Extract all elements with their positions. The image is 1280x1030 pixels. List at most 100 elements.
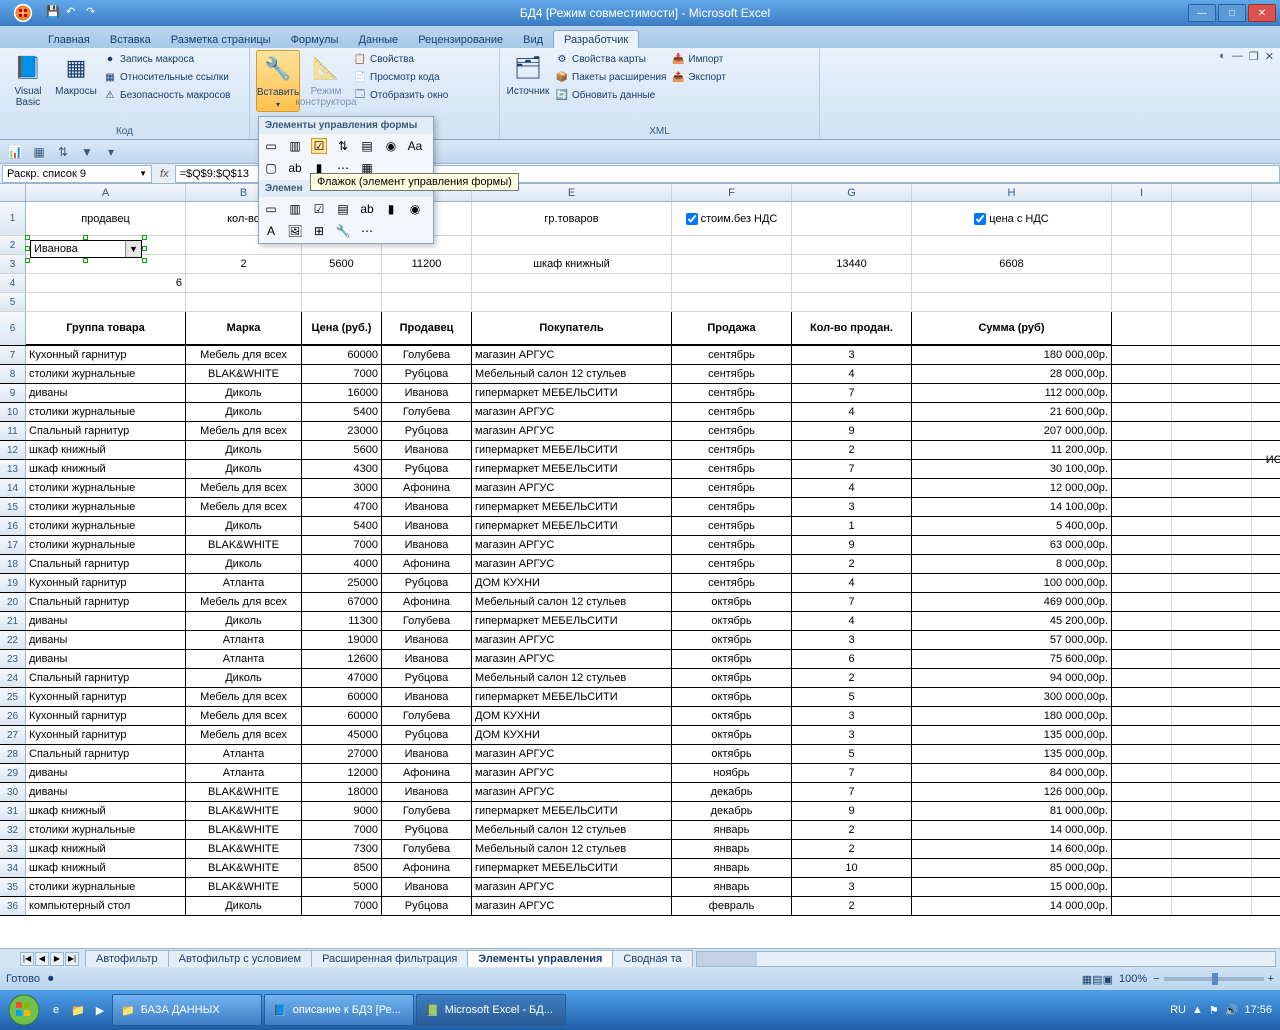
cell[interactable]: 14 100,00р. [912,498,1112,516]
restore-icon[interactable]: ❐ [1249,50,1259,63]
checkbox-control-icon[interactable]: ☑ [311,138,327,154]
cell[interactable] [382,293,472,311]
cell[interactable]: 5 [792,688,912,706]
cell[interactable]: магазин АРГУС [472,897,672,915]
cell[interactable] [1112,365,1172,383]
cell[interactable]: 25000 [302,574,382,592]
cell[interactable] [1172,593,1252,611]
cell[interactable]: январь [672,878,792,896]
cell[interactable]: 126 000,00р. [912,783,1112,801]
cell[interactable]: диваны [26,650,186,668]
cell[interactable]: сентябрь [672,574,792,592]
cell[interactable]: 4000 [302,555,382,573]
cell[interactable]: Мебель для всех [186,422,302,440]
cell[interactable]: 207 000,00р. [912,422,1112,440]
checkbox-price-vat[interactable] [974,213,986,225]
cell[interactable]: Диколь [186,460,302,478]
cell[interactable]: сентябрь [672,517,792,535]
cell[interactable] [1172,745,1252,763]
cell[interactable]: Диколь [186,517,302,535]
cell[interactable] [302,293,382,311]
cell[interactable] [1112,274,1172,292]
cell[interactable]: 81 000,00р. [912,802,1112,820]
zoom-label[interactable]: 100% [1119,973,1147,985]
cell[interactable]: Диколь [186,403,302,421]
cell[interactable]: 2 [792,441,912,459]
taskbar-button[interactable]: 📘 описание к БД3 [Ре... [264,994,414,1026]
ax-toggle-icon[interactable]: ⊞ [311,223,327,239]
cell[interactable]: 5400 [302,403,382,421]
explorer-icon[interactable]: 📁 [68,1004,88,1017]
listbox-control-icon[interactable]: ▤ [359,138,375,154]
cell[interactable]: 112 000,00р. [912,384,1112,402]
cell[interactable]: 3 [792,346,912,364]
cell[interactable] [1112,574,1172,592]
zoom-in-icon[interactable]: + [1268,973,1274,985]
cell[interactable]: Атланта [186,764,302,782]
sheet-nav-last-icon[interactable]: ▶| [65,952,79,966]
row-header[interactable]: 24 [0,669,26,687]
cell[interactable] [1172,536,1252,554]
cell[interactable]: Мебельный салон 12 стульев [472,593,672,611]
row-header[interactable]: 31 [0,802,26,820]
cell[interactable]: сентябрь [672,384,792,402]
cell[interactable]: гипермаркет МЕБЕЛЬСИТИ [472,384,672,402]
cell[interactable]: магазин АРГУС [472,783,672,801]
cell[interactable]: 2 [792,555,912,573]
cell[interactable] [672,236,792,254]
cell[interactable]: 28 000,00р. [912,365,1112,383]
row-header[interactable]: 21 [0,612,26,630]
cell[interactable] [1172,422,1252,440]
cell[interactable] [1172,612,1252,630]
cell[interactable]: 5 400,00р. [912,517,1112,535]
cell[interactable]: столики журнальные [26,498,186,516]
cell[interactable]: 4 [792,403,912,421]
cell[interactable]: 60000 [302,346,382,364]
chart-icon[interactable]: 📊 [6,143,24,161]
ax-check-icon[interactable]: ☑ [311,201,327,217]
cell[interactable]: шкаф книжный [472,255,672,273]
cell[interactable]: 135 000,00р. [912,726,1112,744]
cell[interactable]: 11200 [382,255,472,273]
cell[interactable]: диваны [26,384,186,402]
minimize-button[interactable]: — [1188,4,1216,22]
cell[interactable] [1172,202,1252,235]
option-control-icon[interactable]: ◉ [383,138,399,154]
cell[interactable]: 469 000,00р. [912,593,1112,611]
cell[interactable]: Кухонный гарнитур [26,346,186,364]
cell[interactable] [1112,821,1172,839]
cell[interactable] [1172,312,1252,345]
macro-record-icon[interactable]: ⏺ [48,973,54,986]
cell[interactable]: 13440 [792,255,912,273]
cell[interactable]: 180 000,00р. [912,346,1112,364]
cell[interactable]: BLAK&WHITE [186,821,302,839]
cell[interactable]: компьютерный стол [26,897,186,915]
cell[interactable]: 7 [792,460,912,478]
cell[interactable]: гипермаркет МЕБЕЛЬСИТИ [472,441,672,459]
min-ribbon-icon[interactable]: — [1232,50,1243,63]
ax-scroll-icon[interactable]: ▮ [383,201,399,217]
row-header[interactable]: 30 [0,783,26,801]
cell[interactable]: Иванова [382,631,472,649]
cell[interactable]: столики журнальные [26,403,186,421]
cell[interactable]: сентябрь [672,365,792,383]
cell[interactable]: 5400 [302,517,382,535]
cell[interactable] [1172,517,1252,535]
cell[interactable]: диваны [26,612,186,630]
cell[interactable]: 7 [792,384,912,402]
tray-volume-icon[interactable]: 🔊 [1225,1004,1239,1017]
ribbon-tab[interactable]: Главная [38,31,100,48]
cell[interactable]: Кухонный гарнитур [26,726,186,744]
select-all-corner[interactable] [0,184,26,201]
cell[interactable]: BLAK&WHITE [186,783,302,801]
cell[interactable] [1172,631,1252,649]
cell[interactable] [792,202,912,235]
cell[interactable] [1172,840,1252,858]
cell[interactable]: шкаф книжный [26,802,186,820]
cell[interactable] [1112,840,1172,858]
cell[interactable]: 7300 [302,840,382,858]
cell[interactable] [1172,498,1252,516]
cell[interactable]: гипермаркет МЕБЕЛЬСИТИ [472,498,672,516]
cell[interactable] [186,274,302,292]
cell[interactable]: 6608 [912,255,1112,273]
